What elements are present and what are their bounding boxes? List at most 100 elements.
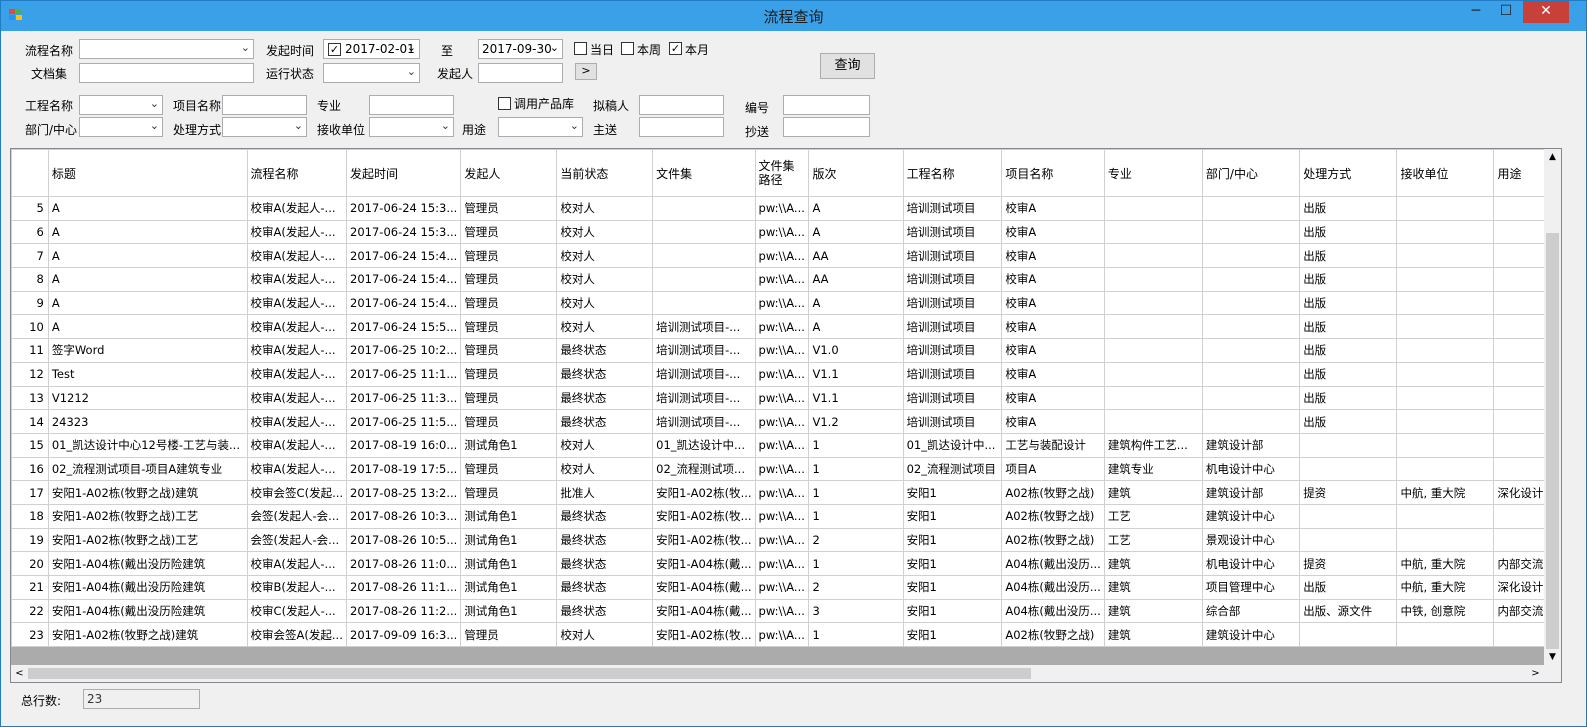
table-cell[interactable]: 培训测试项目: [902, 314, 1003, 340]
table-cell[interactable]: 校对人: [556, 267, 654, 292]
table-cell[interactable]: 安阳1: [902, 480, 1003, 505]
table-cell[interactable]: 培训测试项目-...: [652, 409, 756, 434]
column-header[interactable]: 发起时间: [346, 149, 462, 197]
table-cell[interactable]: 最终状态: [556, 527, 654, 553]
row-number[interactable]: 12: [11, 361, 49, 387]
table-cell[interactable]: 2017-06-25 11:3...: [346, 385, 462, 411]
table-cell[interactable]: 安阳1-A02栋(牧...: [652, 527, 756, 553]
row-number[interactable]: 7: [11, 243, 49, 269]
table-cell[interactable]: 安阳1-A02栋(牧...: [652, 622, 756, 648]
table-cell[interactable]: 校对人: [556, 456, 654, 482]
table-cell[interactable]: 2017-06-24 15:3...: [346, 196, 462, 221]
table-cell[interactable]: [1396, 196, 1495, 221]
row-number[interactable]: 15: [11, 432, 49, 458]
table-cell[interactable]: 建筑: [1103, 575, 1203, 600]
table-cell[interactable]: 2017-06-24 15:4...: [346, 290, 462, 316]
table-cell[interactable]: 01_凯达设计中...: [652, 432, 756, 458]
table-cell[interactable]: 3: [808, 598, 904, 624]
table-cell[interactable]: 2: [808, 575, 904, 600]
table-cell[interactable]: 培训测试项目: [902, 219, 1003, 245]
table-cell[interactable]: 建筑专业: [1103, 456, 1203, 482]
table-row[interactable]: 22 安阳1-A04栋(戴出没历险建筑 校审C(发起人-... 2017-08-26 …: [11, 598, 1561, 624]
results-grid[interactable]: 标题 流程名称 发起时间 发起人 当前状态 文件集 文件集 路径 版次 工程名称 项目名称 专业 部门…: [10, 148, 1562, 683]
table-cell[interactable]: [1299, 527, 1398, 553]
column-header[interactable]: 版次: [808, 149, 904, 197]
table-cell[interactable]: 出版: [1299, 290, 1398, 316]
table-cell[interactable]: 测试角色1: [460, 598, 558, 624]
table-cell[interactable]: 2017-08-26 11:0...: [346, 551, 462, 576]
table-cell[interactable]: 校审A: [1001, 338, 1105, 363]
table-cell[interactable]: 校审A(发起人-...: [246, 243, 348, 269]
vertical-scrollbar[interactable]: ▲ ▼: [1544, 149, 1561, 666]
table-cell[interactable]: 出版: [1299, 196, 1398, 221]
table-cell[interactable]: 最终状态: [556, 503, 654, 529]
minimize-button[interactable]: ─: [1461, 1, 1491, 23]
table-cell[interactable]: 建筑: [1103, 622, 1203, 648]
table-cell[interactable]: [1396, 361, 1495, 387]
table-cell[interactable]: pw:\\A...: [754, 456, 810, 482]
table-cell[interactable]: 管理员: [460, 361, 558, 387]
table-cell[interactable]: 工艺与装配设计: [1001, 432, 1105, 458]
table-cell[interactable]: 培训测试项目-...: [652, 361, 756, 387]
flow-name-combo[interactable]: ⌄: [79, 39, 254, 59]
table-cell[interactable]: 2017-08-19 17:5...: [346, 456, 462, 482]
table-cell[interactable]: 安阳1-A04栋(戴出没历险建筑: [47, 575, 248, 600]
major-input[interactable]: [369, 95, 454, 115]
table-cell[interactable]: A02栋(牧野之战): [1001, 527, 1105, 553]
docset-input[interactable]: [79, 63, 254, 83]
table-cell[interactable]: 校审A: [1001, 314, 1105, 340]
table-cell[interactable]: 培训测试项目: [902, 361, 1003, 387]
table-cell[interactable]: 最终状态: [556, 551, 654, 576]
dept-combo[interactable]: ⌄: [79, 117, 163, 137]
table-row[interactable]: 21 安阳1-A04栋(戴出没历险建筑 校审B(发起人-... 2017-08-26 …: [11, 575, 1561, 600]
row-number[interactable]: 16: [11, 456, 49, 482]
number-input[interactable]: [783, 95, 870, 115]
week-checkbox[interactable]: [621, 42, 634, 55]
table-cell[interactable]: 最终状态: [556, 361, 654, 387]
table-cell[interactable]: 2017-06-25 10:2...: [346, 338, 462, 363]
today-checkbox[interactable]: [574, 42, 587, 55]
table-cell[interactable]: 出版: [1299, 361, 1398, 387]
table-cell[interactable]: 中铁, 创意院: [1396, 598, 1495, 624]
table-cell[interactable]: pw:\\A...: [754, 551, 810, 576]
table-cell[interactable]: 测试角色1: [460, 551, 558, 576]
table-cell[interactable]: 中航, 重大院: [1396, 551, 1495, 576]
table-cell[interactable]: 校审A(发起人-...: [246, 196, 348, 221]
table-cell[interactable]: V1212: [47, 385, 248, 411]
horizontal-scrollbar[interactable]: < >: [11, 665, 1561, 682]
table-cell[interactable]: [1201, 219, 1301, 245]
table-cell[interactable]: pw:\\A...: [754, 314, 810, 340]
table-cell[interactable]: A: [47, 314, 248, 340]
table-cell[interactable]: 管理员: [460, 456, 558, 482]
table-cell[interactable]: 管理员: [460, 243, 558, 269]
row-number[interactable]: 6: [11, 219, 49, 245]
horizontal-scroll-thumb[interactable]: [28, 668, 1031, 679]
table-cell[interactable]: 1: [808, 480, 904, 505]
scroll-right-icon[interactable]: >: [1527, 665, 1544, 682]
table-cell[interactable]: [1201, 338, 1301, 363]
table-row[interactable]: 17 安阳1-A02栋(牧野之战)建筑 校审会签C(发起... 2017-08-25 …: [11, 480, 1561, 505]
table-cell[interactable]: [1201, 314, 1301, 340]
table-cell[interactable]: [652, 290, 756, 316]
table-cell[interactable]: 2017-08-19 16:0...: [346, 432, 462, 458]
table-cell[interactable]: 02_流程测试项目-项目A建筑专业: [47, 456, 248, 482]
table-cell[interactable]: 校审会签A(发起...: [246, 622, 348, 648]
table-cell[interactable]: 建筑: [1103, 551, 1203, 576]
table-row[interactable]: 12 Test 校审A(发起人-... 2017-06-25 11:1... 管理员 最终…: [11, 361, 1561, 387]
table-cell[interactable]: [652, 267, 756, 292]
table-cell[interactable]: 校审A(发起人-...: [246, 432, 348, 458]
table-cell[interactable]: 建筑: [1103, 598, 1203, 624]
table-cell[interactable]: 校审A(发起人-...: [246, 385, 348, 411]
row-number[interactable]: 18: [11, 503, 49, 529]
table-cell[interactable]: 安阳1-A02栋(牧野之战)工艺: [47, 503, 248, 529]
column-header[interactable]: 文件集 路径: [754, 149, 810, 197]
table-cell[interactable]: 管理员: [460, 219, 558, 245]
table-cell[interactable]: 工艺: [1103, 527, 1203, 553]
table-row[interactable]: 19 安阳1-A02栋(牧野之战)工艺 会签(发起人-会... 2017-08-26 …: [11, 527, 1561, 553]
table-cell[interactable]: [1396, 385, 1495, 411]
table-cell[interactable]: 校对人: [556, 622, 654, 648]
receiver-combo[interactable]: ⌄: [369, 117, 454, 137]
table-cell[interactable]: 建筑设计中心: [1201, 622, 1301, 648]
query-button[interactable]: 查询: [820, 53, 875, 79]
table-cell[interactable]: [1103, 243, 1203, 269]
